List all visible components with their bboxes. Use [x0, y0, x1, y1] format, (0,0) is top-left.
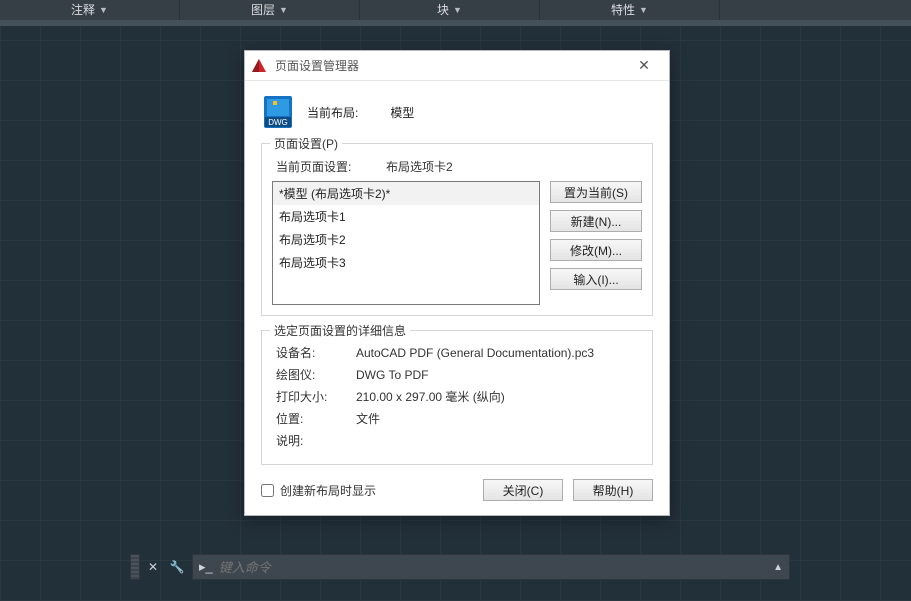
new-button[interactable]: 新建(N)...: [550, 210, 642, 232]
autocad-app-icon: [251, 58, 267, 74]
dwg-file-icon: DWG: [263, 95, 293, 129]
checkbox-label: 创建新布局时显示: [280, 482, 376, 499]
close-button[interactable]: 关闭(C): [483, 479, 563, 501]
plot-size-value: 210.00 x 297.00 毫米 (纵向): [356, 388, 505, 405]
set-current-button[interactable]: 置为当前(S): [550, 181, 642, 203]
ribbon-tab-label: 图层: [251, 0, 275, 20]
current-layout-row: DWG 当前布局: 模型: [263, 95, 653, 129]
page-setups-group: 页面设置(P) 当前页面设置: 布局选项卡2 *模型 (布局选项卡2)* 布局选…: [261, 143, 653, 316]
location-label: 位置:: [276, 410, 356, 427]
command-input-box[interactable]: ▸_ ▲: [192, 554, 790, 580]
close-icon[interactable]: ✕: [627, 53, 661, 79]
svg-text:DWG: DWG: [268, 118, 288, 127]
chevron-down-icon: ▼: [639, 0, 648, 20]
help-button[interactable]: 帮助(H): [573, 479, 653, 501]
command-line: ✕ 🔧 ▸_ ▲: [130, 554, 790, 580]
chevron-down-icon: ▼: [453, 0, 462, 20]
command-prompt-icon: ▸_: [199, 559, 213, 575]
current-layout-value: 模型: [390, 104, 414, 121]
group-title-page-setups: 页面设置(P): [270, 135, 342, 152]
list-item[interactable]: 布局选项卡3: [273, 251, 539, 274]
ribbon-tab-layers[interactable]: 图层 ▼: [180, 0, 360, 20]
checkbox-input[interactable]: [261, 484, 274, 497]
chevron-up-icon[interactable]: ▲: [773, 562, 783, 573]
dialog-footer: 创建新布局时显示 关闭(C) 帮助(H): [261, 479, 653, 501]
page-setups-listbox[interactable]: *模型 (布局选项卡2)* 布局选项卡1 布局选项卡2 布局选项卡3: [272, 181, 540, 305]
list-item[interactable]: 布局选项卡1: [273, 205, 539, 228]
ribbon-tab-label: 特性: [611, 0, 635, 20]
drag-handle-icon[interactable]: [130, 554, 140, 580]
list-item[interactable]: 布局选项卡2: [273, 228, 539, 251]
close-commandline-icon[interactable]: ✕: [146, 560, 160, 574]
plotter-label: 绘图仪:: [276, 366, 356, 383]
chevron-down-icon: ▼: [99, 0, 108, 20]
device-name-label: 设备名:: [276, 344, 356, 361]
ribbon-tab-blocks[interactable]: 块 ▼: [360, 0, 540, 20]
plotter-value: DWG To PDF: [356, 368, 428, 382]
import-button[interactable]: 输入(I)...: [550, 268, 642, 290]
device-name-value: AutoCAD PDF (General Documentation).pc3: [356, 346, 594, 360]
show-on-new-layout-checkbox[interactable]: 创建新布局时显示: [261, 482, 376, 499]
current-page-setup-label: 当前页面设置:: [276, 158, 386, 175]
dialog-titlebar[interactable]: 页面设置管理器 ✕: [245, 51, 669, 81]
group-title-details: 选定页面设置的详细信息: [270, 322, 410, 339]
ribbon-tab-properties[interactable]: 特性 ▼: [540, 0, 720, 20]
current-page-setup-value: 布局选项卡2: [386, 158, 453, 175]
list-item[interactable]: *模型 (布局选项卡2)*: [273, 182, 539, 205]
details-group: 选定页面设置的详细信息 设备名: AutoCAD PDF (General Do…: [261, 330, 653, 465]
plot-size-label: 打印大小:: [276, 388, 356, 405]
page-setup-manager-dialog: 页面设置管理器 ✕ DWG 当前布局: 模型 页面设置(P) 当前页面设置: 布…: [244, 50, 670, 516]
modify-button[interactable]: 修改(M)...: [550, 239, 642, 261]
description-label: 说明:: [276, 432, 356, 449]
ribbon-tab-label: 块: [437, 0, 449, 20]
ribbon-tabs: 注释 ▼ 图层 ▼ 块 ▼ 特性 ▼: [0, 0, 911, 20]
location-value: 文件: [356, 410, 380, 427]
command-input[interactable]: [219, 560, 761, 575]
ribbon-tab-annotate[interactable]: 注释 ▼: [0, 0, 180, 20]
current-layout-label: 当前布局:: [307, 104, 358, 121]
ribbon-strip: [0, 20, 911, 26]
dialog-title: 页面设置管理器: [275, 57, 359, 74]
ribbon-tab-label: 注释: [71, 0, 95, 20]
customize-icon[interactable]: 🔧: [168, 558, 186, 576]
chevron-down-icon: ▼: [279, 0, 288, 20]
